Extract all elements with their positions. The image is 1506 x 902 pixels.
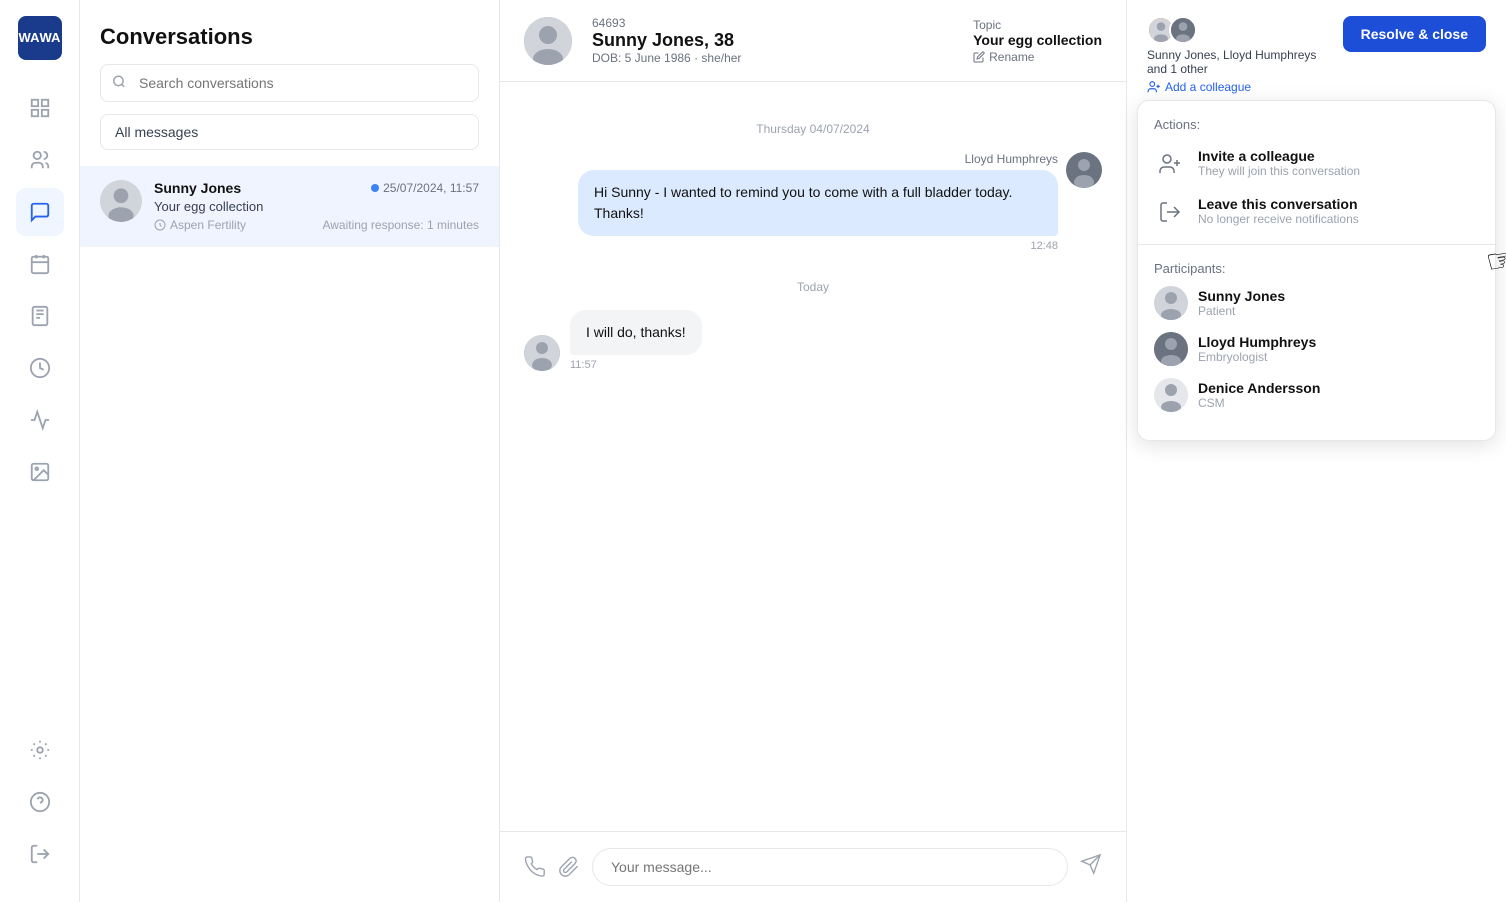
topic-label: Topic xyxy=(973,18,1102,32)
participant-1-name: Sunny Jones xyxy=(1198,288,1285,304)
patient-name: Sunny Jones, 38 xyxy=(592,30,953,51)
participant-1-role: Patient xyxy=(1198,304,1285,318)
topic-info: Topic Your egg collection Rename xyxy=(973,18,1102,64)
sidebar-item-settings[interactable] xyxy=(16,726,64,774)
participant-avatar-2 xyxy=(1169,16,1197,44)
patient-info: 64693 Sunny Jones, 38 DOB: 5 June 1986 ·… xyxy=(592,16,953,65)
sidebar-item-conversations[interactable] xyxy=(16,188,64,236)
search-box xyxy=(100,64,479,102)
leave-conversation-action[interactable]: Leave this conversation No longer receiv… xyxy=(1138,188,1495,236)
message-avatar xyxy=(524,335,560,371)
rename-button[interactable]: Rename xyxy=(973,50,1102,64)
sidebar-item-dashboard[interactable] xyxy=(16,84,64,132)
participant-avatars xyxy=(1147,16,1331,44)
send-button[interactable] xyxy=(1080,853,1102,881)
participant-3-avatar xyxy=(1154,378,1188,412)
invite-colleague-action[interactable]: Invite a colleague They will join this c… xyxy=(1138,140,1495,188)
message-time: 12:48 xyxy=(578,240,1058,252)
patient-id: 64693 xyxy=(592,16,953,30)
patient-avatar xyxy=(524,17,572,65)
message-bubble: I will do, thanks! xyxy=(570,310,702,355)
conv-item-name: Sunny Jones xyxy=(154,180,241,196)
chat-header: 64693 Sunny Jones, 38 DOB: 5 June 1986 ·… xyxy=(500,0,1126,82)
chat-input-area xyxy=(500,831,1126,902)
unread-indicator xyxy=(371,184,379,192)
participant-row: Sunny Jones Patient xyxy=(1154,286,1479,320)
participant-2-name: Lloyd Humphreys xyxy=(1198,334,1316,350)
search-input[interactable] xyxy=(100,64,479,102)
add-colleague-button[interactable]: Add a colleague xyxy=(1147,80,1331,94)
participant-1-avatar xyxy=(1154,286,1188,320)
conversation-item[interactable]: Sunny Jones 25/07/2024, 11:57 Your egg c… xyxy=(80,166,499,247)
conv-item-content: Sunny Jones 25/07/2024, 11:57 Your egg c… xyxy=(154,180,479,232)
message-row: Lloyd Humphreys Hi Sunny - I wanted to r… xyxy=(524,152,1102,252)
participants-section: Participants: Sunny Jones Patient Lloyd … xyxy=(1138,253,1495,412)
message-bubble: Hi Sunny - I wanted to remind you to com… xyxy=(578,170,1058,236)
leave-title: Leave this conversation xyxy=(1198,196,1359,212)
sidebar-bottom xyxy=(16,726,64,886)
conv-item-time: 25/07/2024, 11:57 xyxy=(371,181,479,195)
sidebar-item-help[interactable] xyxy=(16,778,64,826)
participants-names: Sunny Jones, Lloyd Humphreys and 1 other xyxy=(1147,48,1331,76)
message-row: I will do, thanks! 11:57 xyxy=(524,310,1102,371)
participant-row: Denice Andersson CSM xyxy=(1154,378,1479,412)
conv-item-clinic: Aspen Fertility xyxy=(154,218,246,232)
date-separator-1: Thursday 04/07/2024 xyxy=(524,122,1102,136)
sidebar-item-users[interactable] xyxy=(16,136,64,184)
patient-dob: DOB: 5 June 1986 · she/her xyxy=(592,51,953,65)
leave-subtitle: No longer receive notifications xyxy=(1198,212,1359,226)
sidebar-item-media[interactable] xyxy=(16,448,64,496)
participant-row: Lloyd Humphreys Embryologist xyxy=(1154,332,1479,366)
invite-icon xyxy=(1154,148,1186,180)
sidebar-item-calendar[interactable] xyxy=(16,240,64,288)
message-input[interactable] xyxy=(592,848,1068,886)
chat-messages: Thursday 04/07/2024 Lloyd Humphreys Hi S… xyxy=(500,82,1126,831)
topic-name: Your egg collection xyxy=(973,32,1102,48)
resolve-close-button[interactable]: Resolve & close xyxy=(1343,16,1486,52)
participant-3-name: Denice Andersson xyxy=(1198,380,1320,396)
participant-3-role: CSM xyxy=(1198,396,1320,410)
nav-items xyxy=(16,84,64,718)
actions-title: Actions: xyxy=(1138,117,1495,140)
filter-button[interactable]: All messages xyxy=(100,114,479,150)
conv-item-avatar xyxy=(100,180,142,222)
conversations-title: Conversations xyxy=(100,24,479,50)
conversations-header: Conversations All messages xyxy=(80,0,499,166)
participant-2-avatar xyxy=(1154,332,1188,366)
right-panel: Sunny Jones, Lloyd Humphreys and 1 other… xyxy=(1126,0,1506,902)
logo: WAWA xyxy=(18,16,62,60)
sidebar-item-analytics[interactable] xyxy=(16,396,64,444)
main-chat: 64693 Sunny Jones, 38 DOB: 5 June 1986 ·… xyxy=(500,0,1126,902)
invite-title: Invite a colleague xyxy=(1198,148,1360,164)
participants-section-title: Participants: xyxy=(1154,261,1479,276)
search-icon xyxy=(112,75,126,92)
sidebar-item-logout[interactable] xyxy=(16,830,64,878)
conv-item-status: Awaiting response: 1 minutes xyxy=(322,218,479,232)
message-sender: Lloyd Humphreys xyxy=(578,152,1058,166)
phone-icon[interactable] xyxy=(524,856,546,878)
sidebar-item-reports[interactable] xyxy=(16,344,64,392)
attachment-icon[interactable] xyxy=(558,856,580,878)
sidebar-item-documents[interactable] xyxy=(16,292,64,340)
actions-dropdown: Actions: Invite a colleague They will jo… xyxy=(1137,100,1496,441)
message-time: 11:57 xyxy=(570,359,702,371)
leave-icon xyxy=(1154,196,1186,228)
message-avatar xyxy=(1066,152,1102,188)
conv-item-topic: Your egg collection xyxy=(154,199,479,214)
sidebar: WAWA xyxy=(0,0,80,902)
conversations-panel: Conversations All messages Sunny Jones 2… xyxy=(80,0,500,902)
participant-2-role: Embryologist xyxy=(1198,350,1316,364)
invite-subtitle: They will join this conversation xyxy=(1198,164,1360,178)
date-separator-2: Today xyxy=(524,280,1102,294)
conversation-list: Sunny Jones 25/07/2024, 11:57 Your egg c… xyxy=(80,166,499,902)
